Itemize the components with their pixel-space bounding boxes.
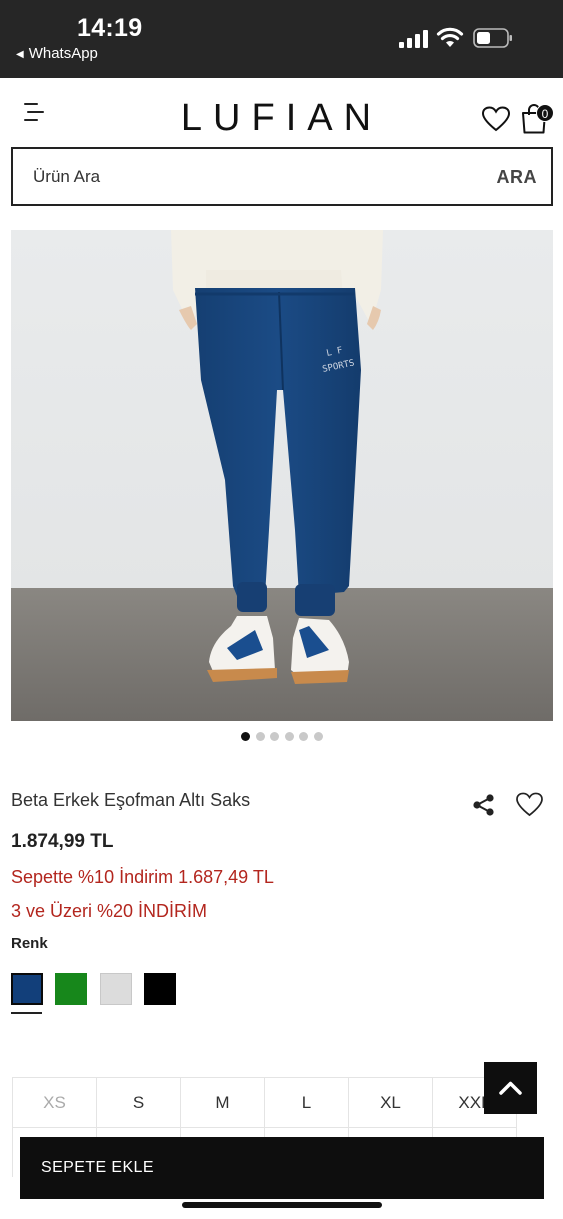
product-price: 1.874,99 TL <box>11 831 114 852</box>
favorite-heart-icon[interactable] <box>516 792 543 817</box>
search-input[interactable] <box>13 149 483 204</box>
back-arrow-icon: ◀ <box>16 49 24 60</box>
size-option-xl[interactable]: XL <box>349 1077 433 1128</box>
product-photo: L F SPORTS <box>11 230 553 721</box>
add-to-cart-button[interactable]: SEPETE EKLE <box>20 1137 544 1199</box>
status-time: 14:19 <box>77 14 143 42</box>
signal-icon <box>399 30 429 48</box>
wifi-icon <box>436 27 464 47</box>
status-bar: 14:19 ◀ WhatsApp <box>0 0 563 78</box>
hamburger-menu-icon[interactable] <box>24 101 44 123</box>
chevron-up-icon <box>499 1081 522 1095</box>
gallery-dot[interactable] <box>299 732 308 741</box>
search-bar: ARA <box>11 147 553 206</box>
size-option-m[interactable]: M <box>181 1077 265 1128</box>
product-title: Beta Erkek Eşofman Altı Saks <box>11 790 251 810</box>
wishlist-heart-icon[interactable] <box>482 106 510 132</box>
back-app-label: WhatsApp <box>28 45 98 62</box>
bulk-discount-text: 3 ve Üzeri %20 İNDİRİM <box>11 901 208 921</box>
color-swatch-light-grey[interactable] <box>100 973 132 1005</box>
size-option-xs[interactable]: XS <box>13 1077 97 1128</box>
brand-logo[interactable]: LUFIAN <box>150 97 413 140</box>
gallery-dot[interactable] <box>313 732 323 741</box>
color-swatch-black[interactable] <box>144 973 176 1005</box>
gallery-dot[interactable] <box>270 732 279 741</box>
gallery-dot[interactable] <box>284 732 294 741</box>
gallery-dot[interactable] <box>241 732 250 741</box>
gallery-dot[interactable] <box>255 732 265 741</box>
cart-count-badge: 0 <box>536 104 554 122</box>
battery-icon <box>473 28 512 48</box>
basket-discount-text: Sepette %10 İndirim 1.687,49 TL <box>11 867 274 887</box>
home-indicator <box>182 1202 382 1208</box>
size-option-l[interactable]: L <box>265 1077 349 1128</box>
size-option-s[interactable]: S <box>97 1077 181 1128</box>
color-swatch-green[interactable] <box>55 973 87 1005</box>
selected-color-indicator <box>11 1012 42 1014</box>
scroll-to-top-button[interactable] <box>484 1062 537 1114</box>
color-label: Renk <box>11 935 48 952</box>
search-button[interactable]: ARA <box>497 167 538 188</box>
share-icon[interactable] <box>472 794 495 816</box>
back-to-whatsapp[interactable]: ◀ WhatsApp <box>16 45 98 62</box>
color-swatch-navy[interactable] <box>11 973 43 1005</box>
product-image[interactable]: L F SPORTS <box>11 230 553 721</box>
